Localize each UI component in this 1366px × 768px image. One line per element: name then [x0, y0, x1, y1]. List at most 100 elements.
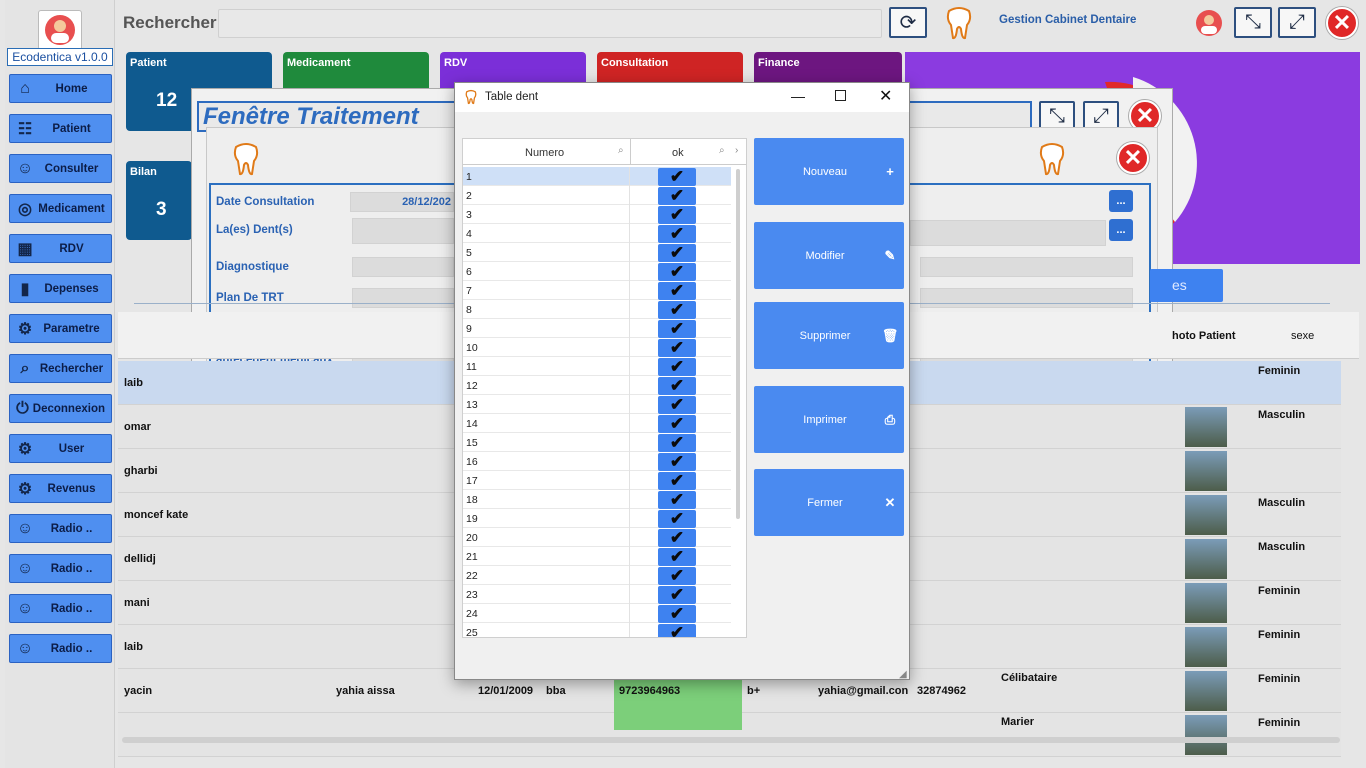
- checkbox-checked-icon[interactable]: ✔: [658, 509, 696, 528]
- sidebar-item-7[interactable]: ⌕ Rechercher: [9, 354, 112, 383]
- dent-row[interactable]: 10 ✔: [463, 338, 731, 357]
- dent-row[interactable]: 22 ✔: [463, 566, 731, 585]
- checkbox-checked-icon[interactable]: ✔: [658, 186, 696, 205]
- dent-row[interactable]: 16 ✔: [463, 452, 731, 471]
- sidebar-item-5[interactable]: ▮ Depenses: [9, 274, 112, 303]
- col-ok-header[interactable]: ok ⌕ ›: [630, 139, 746, 165]
- dent-row[interactable]: 4 ✔: [463, 224, 731, 243]
- dent-row[interactable]: 7 ✔: [463, 281, 731, 300]
- checkbox-checked-icon[interactable]: ✔: [658, 395, 696, 414]
- field-input[interactable]: [352, 288, 454, 308]
- sidebar-item-11[interactable]: ☺ Radio ..: [9, 514, 112, 543]
- field-input[interactable]: [352, 218, 454, 244]
- checkbox-checked-icon[interactable]: ✔: [658, 243, 696, 262]
- dent-row[interactable]: 8 ✔: [463, 300, 731, 319]
- dent-row[interactable]: 11 ✔: [463, 357, 731, 376]
- dent-row[interactable]: 3 ✔: [463, 205, 731, 224]
- checkbox-checked-icon[interactable]: ✔: [658, 376, 696, 395]
- checkbox-checked-icon[interactable]: ✔: [658, 414, 696, 433]
- dent-row[interactable]: 5 ✔: [463, 243, 731, 262]
- fermer-button[interactable]: Fermer ✕: [754, 469, 904, 536]
- checkbox-checked-icon[interactable]: ✔: [658, 433, 696, 452]
- checkbox-checked-icon[interactable]: ✔: [658, 566, 696, 585]
- dent-row[interactable]: 13 ✔: [463, 395, 731, 414]
- checkbox-checked-icon[interactable]: ✔: [658, 452, 696, 471]
- sidebar-item-1[interactable]: ☷ Patient: [9, 114, 112, 143]
- checkbox-checked-icon[interactable]: ✔: [658, 357, 696, 376]
- checkbox-checked-icon[interactable]: ✔: [658, 167, 696, 186]
- stat-card-bilan[interactable]: Bilan 3: [126, 161, 192, 240]
- sidebar-item-9[interactable]: ⚙ User: [9, 434, 112, 463]
- sidebar-item-2[interactable]: ☺ Consulter: [9, 154, 112, 183]
- dent-row[interactable]: 6 ✔: [463, 262, 731, 281]
- checkbox-checked-icon[interactable]: ✔: [658, 319, 696, 338]
- dent-row[interactable]: 15 ✔: [463, 433, 731, 452]
- col-divider: [629, 490, 630, 509]
- dent-row[interactable]: 1 ✔: [463, 167, 731, 186]
- dialog-maximize-button[interactable]: [835, 90, 846, 101]
- grid-scrollbar[interactable]: [736, 169, 740, 519]
- dent-row[interactable]: 24 ✔: [463, 604, 731, 623]
- search-input[interactable]: [218, 9, 882, 38]
- sidebar-item-8[interactable]: ⏻ Deconnexion: [9, 394, 112, 423]
- close-app-button[interactable]: ✕: [1326, 7, 1358, 39]
- sidebar-item-0[interactable]: ⌂ Home: [9, 74, 112, 103]
- checkbox-checked-icon[interactable]: ✔: [658, 224, 696, 243]
- field-input[interactable]: [352, 257, 454, 277]
- sidebar-item-12[interactable]: ☺ Radio ..: [9, 554, 112, 583]
- dent-row[interactable]: 9 ✔: [463, 319, 731, 338]
- dialog-close-button[interactable]: ✕: [879, 86, 892, 106]
- sidebar-item-4[interactable]: ▦ RDV: [9, 234, 112, 263]
- modifier-button[interactable]: Modifier ✎: [754, 222, 904, 289]
- checkbox-checked-icon[interactable]: ✔: [658, 490, 696, 509]
- resize-grip-icon[interactable]: ◢: [899, 669, 907, 680]
- dent-row[interactable]: 12 ✔: [463, 376, 731, 395]
- dent-row[interactable]: 19 ✔: [463, 509, 731, 528]
- chevron-right-icon[interactable]: ›: [735, 145, 738, 156]
- dents-field-right[interactable]: [910, 220, 1106, 246]
- supprimer-button[interactable]: Supprimer 🗑: [754, 302, 904, 369]
- form-close-button[interactable]: ✕: [1117, 142, 1149, 174]
- imprimer-button[interactable]: Imprimer ⎙: [754, 386, 904, 453]
- field-input-right[interactable]: [920, 288, 1133, 308]
- checkbox-checked-icon[interactable]: ✔: [658, 338, 696, 357]
- dent-row[interactable]: 17 ✔: [463, 471, 731, 490]
- checkbox-checked-icon[interactable]: ✔: [658, 604, 696, 623]
- side-tab-button[interactable]: es: [1150, 269, 1223, 302]
- sidebar-item-13[interactable]: ☺ Radio ..: [9, 594, 112, 623]
- checkbox-checked-icon[interactable]: ✔: [658, 262, 696, 281]
- col-numero-header[interactable]: Numero ⌕: [463, 139, 630, 165]
- dents-picker-button[interactable]: ...: [1109, 219, 1133, 241]
- dent-row[interactable]: 20 ✔: [463, 528, 731, 547]
- maximize-button[interactable]: ⤢: [1278, 7, 1316, 38]
- checkbox-checked-icon[interactable]: ✔: [658, 623, 696, 637]
- checkbox-checked-icon[interactable]: ✔: [658, 471, 696, 490]
- dialog-minimize-button[interactable]: —: [791, 88, 805, 104]
- checkbox-checked-icon[interactable]: ✔: [658, 300, 696, 319]
- user-avatar[interactable]: [1190, 8, 1228, 38]
- dent-row[interactable]: 23 ✔: [463, 585, 731, 604]
- minimize-button[interactable]: ⤡: [1234, 7, 1272, 38]
- dent-row[interactable]: 21 ✔: [463, 547, 731, 566]
- date-picker-button[interactable]: ...: [1109, 190, 1133, 212]
- sidebar-item-3[interactable]: ◎ Medicament: [9, 194, 112, 223]
- checkbox-checked-icon[interactable]: ✔: [658, 585, 696, 604]
- dent-row[interactable]: 2 ✔: [463, 186, 731, 205]
- sidebar-item-6[interactable]: ⚙ Parametre: [9, 314, 112, 343]
- sidebar-item-10[interactable]: ⚙ Revenus: [9, 474, 112, 503]
- filter-icon[interactable]: ⌕: [719, 145, 725, 156]
- nouveau-button[interactable]: Nouveau +: [754, 138, 904, 205]
- filter-icon[interactable]: ⌕: [618, 145, 624, 156]
- field-input[interactable]: 28/12/202: [350, 192, 454, 212]
- dent-row[interactable]: 25 ✔: [463, 623, 731, 637]
- checkbox-checked-icon[interactable]: ✔: [658, 528, 696, 547]
- table-scrollbar[interactable]: [122, 737, 1340, 743]
- refresh-button[interactable]: ⟳: [889, 7, 927, 38]
- dent-row[interactable]: 14 ✔: [463, 414, 731, 433]
- checkbox-checked-icon[interactable]: ✔: [658, 205, 696, 224]
- checkbox-checked-icon[interactable]: ✔: [658, 547, 696, 566]
- sidebar-item-14[interactable]: ☺ Radio ..: [9, 634, 112, 663]
- dent-row[interactable]: 18 ✔: [463, 490, 731, 509]
- checkbox-checked-icon[interactable]: ✔: [658, 281, 696, 300]
- field-input-right[interactable]: [920, 257, 1133, 277]
